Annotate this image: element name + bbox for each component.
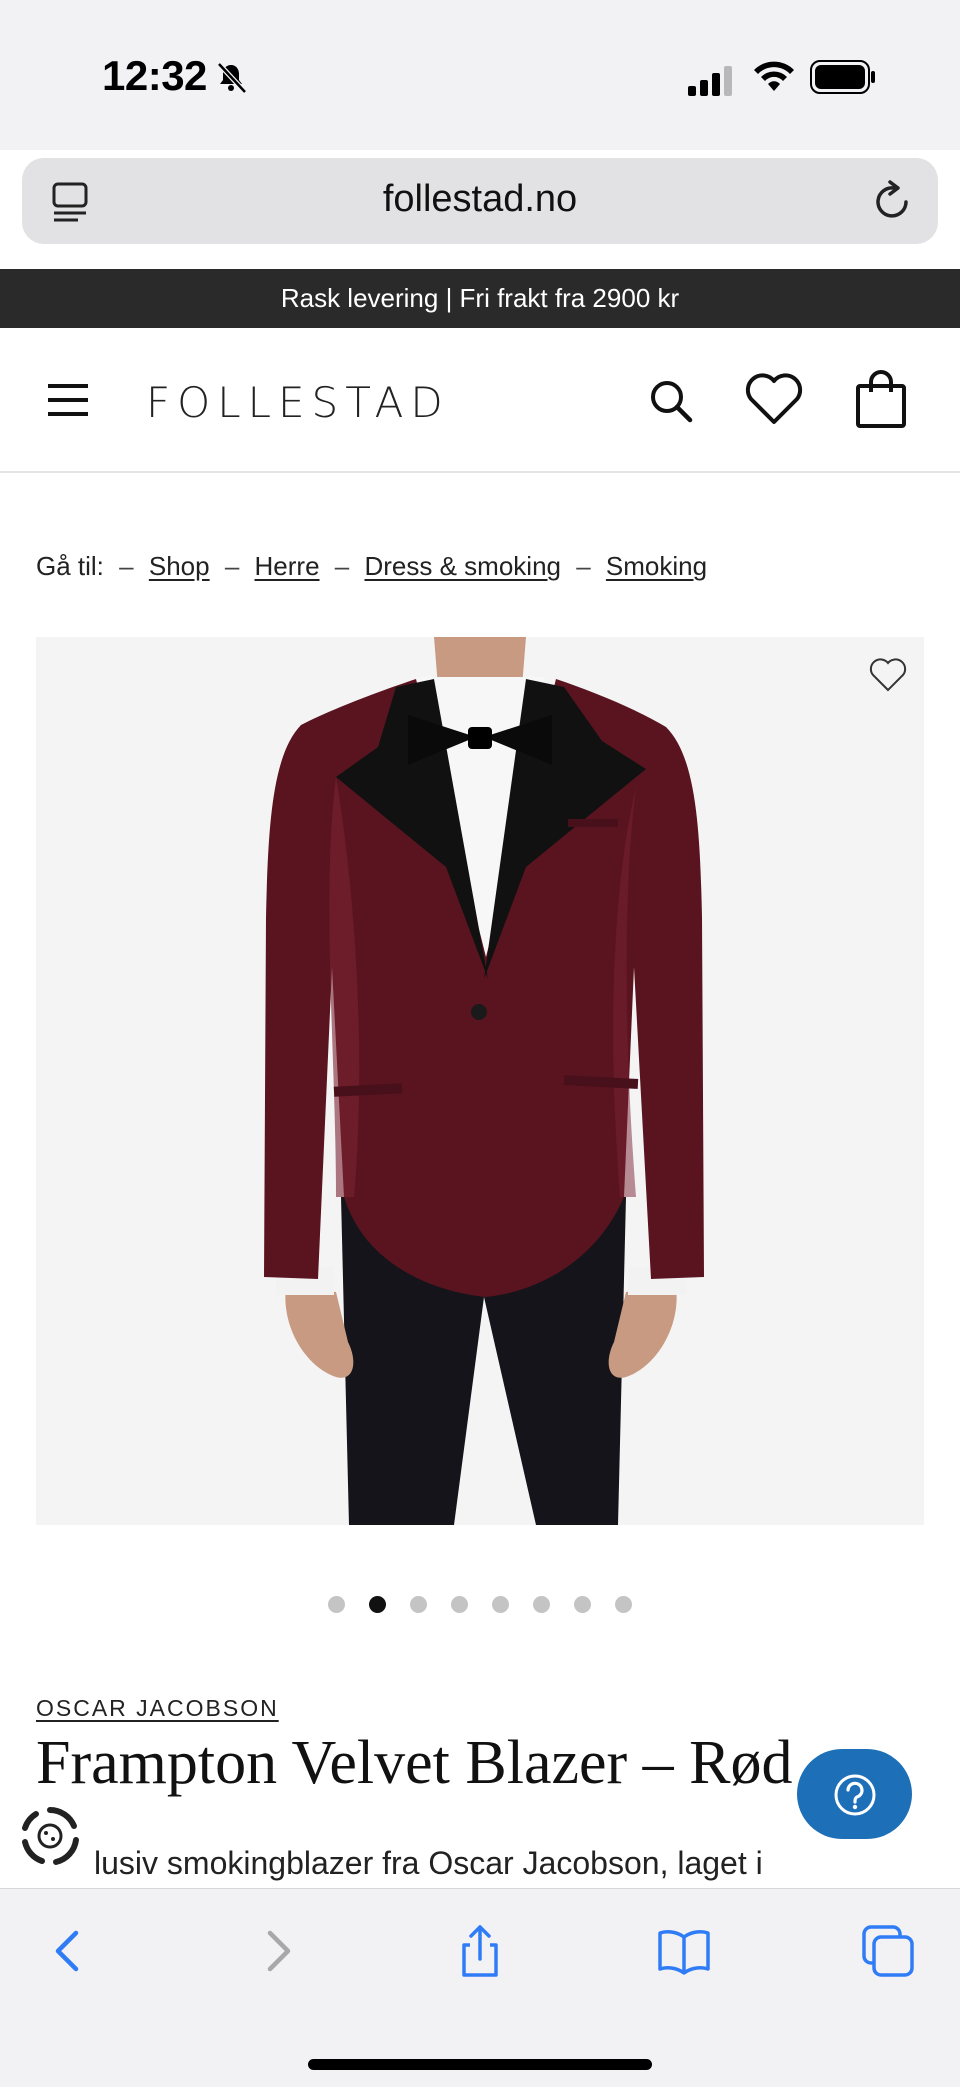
status-bar: 12:32 — [0, 0, 960, 150]
carousel-dot[interactable] — [615, 1596, 632, 1613]
breadcrumb-separator: – — [576, 551, 591, 581]
breadcrumb: Gå til: – Shop – Herre – Dress & smoking… — [36, 551, 707, 582]
product-image[interactable] — [36, 637, 924, 1525]
site-header: FOLLESTAD — [0, 328, 960, 473]
breadcrumb-separator: – — [224, 551, 240, 581]
carousel-dots — [0, 1596, 960, 1613]
forward-icon[interactable] — [250, 1923, 306, 1979]
back-icon[interactable] — [40, 1923, 96, 1979]
carousel-dot[interactable] — [492, 1596, 509, 1613]
breadcrumb-link-shop[interactable]: Shop — [149, 551, 210, 581]
signal-icon — [688, 66, 732, 96]
wifi-icon — [754, 61, 794, 91]
question-mark-icon — [834, 1774, 876, 1816]
tabs-icon[interactable] — [860, 1923, 916, 1979]
breadcrumb-link-dress[interactable]: Dress & smoking — [364, 551, 561, 581]
status-time: 12:32 — [102, 52, 207, 99]
site-logo[interactable]: FOLLESTAD — [146, 378, 450, 427]
bell-slash-icon — [217, 62, 247, 94]
carousel-dot[interactable] — [328, 1596, 345, 1613]
heart-icon[interactable] — [744, 372, 804, 428]
breadcrumb-link-herre[interactable]: Herre — [255, 551, 320, 581]
carousel-dot[interactable] — [410, 1596, 427, 1613]
home-indicator[interactable] — [308, 2059, 652, 2070]
bookmarks-icon[interactable] — [656, 1923, 712, 1979]
share-icon[interactable] — [452, 1923, 508, 1979]
breadcrumb-separator: – — [119, 551, 134, 581]
menu-icon[interactable] — [46, 382, 90, 418]
url-text[interactable]: follestad.no — [22, 178, 938, 221]
carousel-dot-active[interactable] — [369, 1596, 386, 1613]
help-button[interactable] — [797, 1749, 912, 1839]
breadcrumb-prefix: Gå til: — [36, 551, 104, 581]
carousel-dot[interactable] — [451, 1596, 468, 1613]
promo-banner: Rask levering | Fri frakt fra 2900 kr — [0, 269, 960, 328]
product-brand-link[interactable]: OSCAR JACOBSON — [36, 1695, 279, 1722]
search-icon[interactable] — [648, 378, 694, 424]
product-description: lusiv smokingblazer fra Oscar Jacobson, … — [94, 1845, 763, 1881]
shopping-bag-icon[interactable] — [854, 368, 908, 430]
breadcrumb-separator: – — [334, 551, 350, 581]
reload-icon[interactable] — [870, 178, 914, 224]
browser-toolbar — [0, 1888, 960, 2087]
carousel-dot[interactable] — [533, 1596, 550, 1613]
address-bar[interactable]: follestad.no — [22, 158, 938, 244]
cookie-settings-icon[interactable] — [16, 1802, 84, 1870]
blazer-illustration — [264, 637, 704, 1525]
breadcrumb-link-smoking[interactable]: Smoking — [606, 551, 707, 581]
wishlist-heart-icon[interactable] — [868, 657, 908, 693]
carousel-dot[interactable] — [574, 1596, 591, 1613]
battery-icon — [810, 60, 875, 94]
product-title: Frampton Velvet Blazer – Rød — [36, 1729, 793, 1797]
